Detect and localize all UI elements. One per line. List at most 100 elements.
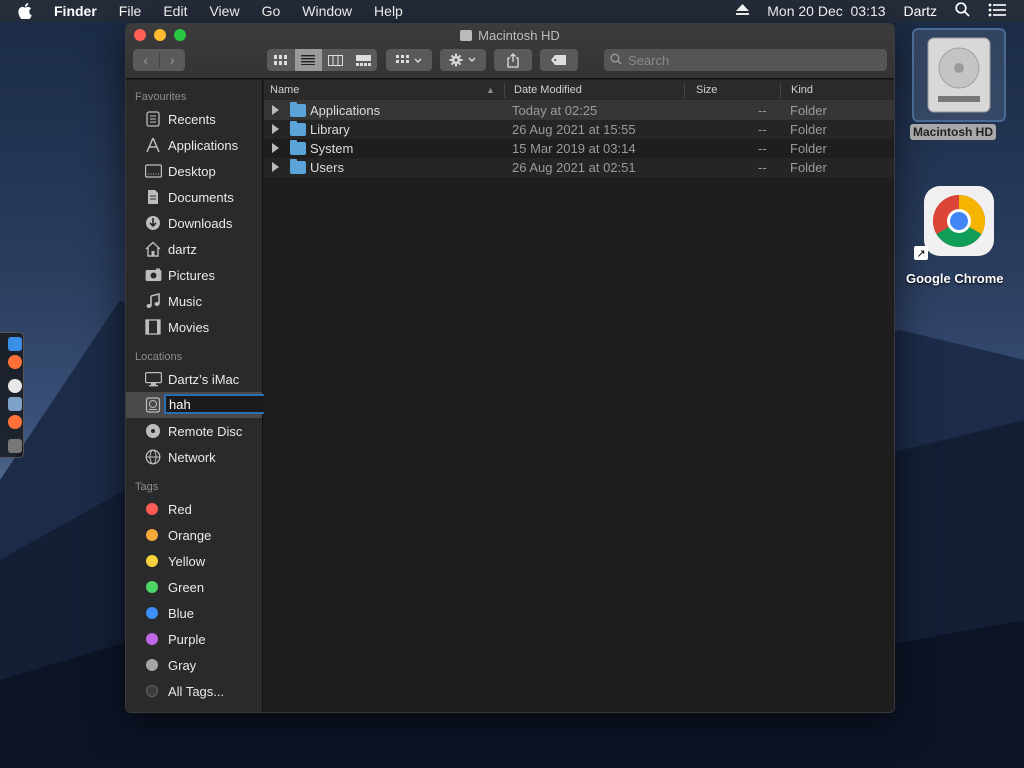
column-view-button[interactable] — [322, 49, 350, 71]
list-header: Name ▲ Date Modified Size Kind — [264, 80, 894, 101]
sidebar-item-desktop[interactable]: Desktop — [126, 158, 262, 184]
column-header-date-modified[interactable]: Date Modified — [514, 84, 582, 96]
sidebar-heading-favourites: Favourites — [135, 91, 187, 103]
firefox-dock-icon[interactable] — [8, 355, 22, 369]
sidebar-item-pictures[interactable]: Pictures — [126, 262, 262, 288]
search-input[interactable] — [628, 52, 868, 68]
row-date-modified: 15 Mar 2019 at 03:14 — [512, 141, 636, 156]
sidebar-tag-yellow[interactable]: Yellow — [126, 548, 262, 574]
column-divider[interactable] — [504, 83, 505, 98]
gallery-view-button[interactable] — [350, 49, 378, 71]
forward-button[interactable]: › — [160, 52, 186, 68]
sidebar-item-network[interactable]: Network — [126, 444, 262, 470]
row-size: -- — [758, 141, 767, 156]
row-name: Applications — [310, 103, 381, 118]
sidebar-item-imac[interactable]: Dartz’s iMac — [126, 366, 262, 392]
sidebar: Favourites Recents Applications Desktop … — [126, 80, 274, 712]
tag-color-dot — [146, 633, 158, 645]
sidebar-tag-gray[interactable]: Gray — [126, 652, 262, 678]
table-row[interactable]: System 15 Mar 2019 at 03:14 -- Folder — [264, 139, 894, 158]
sidebar-item-dartz[interactable]: dartz — [126, 236, 262, 262]
finder-window: Macintosh HD ‹ › Search Favourites Recen… — [125, 23, 895, 713]
desktop-icon — [144, 162, 162, 180]
menubar-user[interactable]: Dartz — [904, 3, 937, 19]
rename-field[interactable] — [164, 394, 274, 414]
menubar-clock[interactable]: Mon 20 Dec 03:13 — [767, 3, 885, 19]
eject-icon[interactable] — [736, 3, 750, 19]
view-mode-segmented-control — [267, 49, 377, 71]
share-button[interactable] — [494, 49, 532, 71]
menu-edit[interactable]: Edit — [163, 3, 187, 19]
menu-window[interactable]: Window — [302, 3, 352, 19]
group-by-button[interactable] — [386, 49, 432, 71]
notification-center-icon[interactable] — [988, 3, 1006, 20]
icon-view-button[interactable] — [267, 49, 295, 71]
spotlight-search-icon[interactable] — [955, 2, 970, 20]
sidebar-item-music[interactable]: Music — [126, 288, 262, 314]
sidebar-item-remote-disc[interactable]: Remote Disc — [126, 418, 262, 444]
firefox-dock-icon[interactable] — [8, 415, 22, 429]
sidebar-item-label: Dartz’s iMac — [168, 371, 240, 387]
trash-dock-icon[interactable] — [8, 439, 22, 453]
sidebar-item-movies[interactable]: Movies — [126, 314, 262, 340]
music-icon — [144, 292, 162, 310]
sidebar-item-label: Remote Disc — [168, 423, 243, 439]
sidebar-item-label: Documents — [168, 189, 234, 205]
table-row[interactable]: Users 26 Aug 2021 at 02:51 -- Folder — [264, 158, 894, 177]
column-header-name[interactable]: Name — [270, 84, 299, 96]
menu-file[interactable]: File — [119, 3, 142, 19]
back-button[interactable]: ‹ — [133, 52, 160, 68]
menu-go[interactable]: Go — [262, 3, 281, 19]
sidebar-item-downloads[interactable]: Downloads — [126, 210, 262, 236]
sidebar-tag-green[interactable]: Green — [126, 574, 262, 600]
list-view-button[interactable] — [294, 49, 322, 71]
sidebar-item-label: Green — [168, 579, 205, 595]
sidebar-item-label: Red — [168, 501, 192, 517]
disclosure-triangle-icon[interactable] — [272, 105, 279, 115]
downloads-icon — [144, 214, 162, 232]
sidebar-tag-blue[interactable]: Blue — [126, 600, 262, 626]
desktop-macintosh-hd-label[interactable]: Macintosh HD — [910, 124, 997, 140]
computer-icon — [144, 370, 162, 388]
row-size: -- — [758, 122, 767, 137]
table-row[interactable]: Library 26 Aug 2021 at 15:55 -- Folder — [264, 120, 894, 139]
tag-color-dot — [146, 555, 158, 567]
folder-icon — [290, 102, 306, 117]
sidebar-tag-red[interactable]: Red — [126, 496, 262, 522]
disclosure-triangle-icon[interactable] — [272, 162, 279, 172]
column-divider[interactable] — [780, 83, 781, 98]
desktop-google-chrome-icon[interactable] — [924, 186, 994, 256]
menu-help[interactable]: Help — [374, 3, 403, 19]
desktop-google-chrome-label[interactable]: Google Chrome — [906, 271, 1004, 286]
table-row[interactable]: Applications Today at 02:25 -- Folder — [264, 101, 894, 120]
sidebar-tag-all-tags[interactable]: All Tags... — [126, 678, 262, 704]
chrome-dock-icon[interactable] — [8, 379, 22, 393]
apple-menu-icon[interactable] — [18, 3, 40, 19]
menu-app-finder[interactable]: Finder — [54, 3, 97, 19]
column-divider[interactable] — [684, 83, 685, 98]
disclosure-triangle-icon[interactable] — [272, 124, 279, 134]
sidebar-item-label: Network — [168, 449, 216, 465]
file-list: Name ▲ Date Modified Size Kind Applicati… — [264, 80, 894, 712]
preview-dock-icon[interactable] — [8, 397, 22, 411]
menu-view[interactable]: View — [209, 3, 239, 19]
column-header-size[interactable]: Size — [696, 84, 717, 96]
finder-dock-icon[interactable] — [8, 337, 22, 351]
folder-icon — [290, 159, 306, 174]
edit-tags-button[interactable] — [540, 49, 578, 71]
sidebar-tag-orange[interactable]: Orange — [126, 522, 262, 548]
recents-icon — [144, 110, 162, 128]
sidebar-item-recents[interactable]: Recents — [126, 106, 262, 132]
sidebar-item-macintosh-hd-renaming[interactable] — [126, 392, 274, 418]
tag-color-dot — [146, 581, 158, 593]
all-tags-icon — [146, 685, 158, 697]
search-field[interactable] — [604, 49, 887, 71]
home-icon — [144, 240, 162, 258]
desktop-macintosh-hd-icon[interactable] — [912, 28, 1006, 122]
sidebar-tag-purple[interactable]: Purple — [126, 626, 262, 652]
disclosure-triangle-icon[interactable] — [272, 143, 279, 153]
sidebar-item-applications[interactable]: Applications — [126, 132, 262, 158]
column-header-kind[interactable]: Kind — [791, 84, 813, 96]
sidebar-item-documents[interactable]: Documents — [126, 184, 262, 210]
action-gear-button[interactable] — [440, 49, 486, 71]
